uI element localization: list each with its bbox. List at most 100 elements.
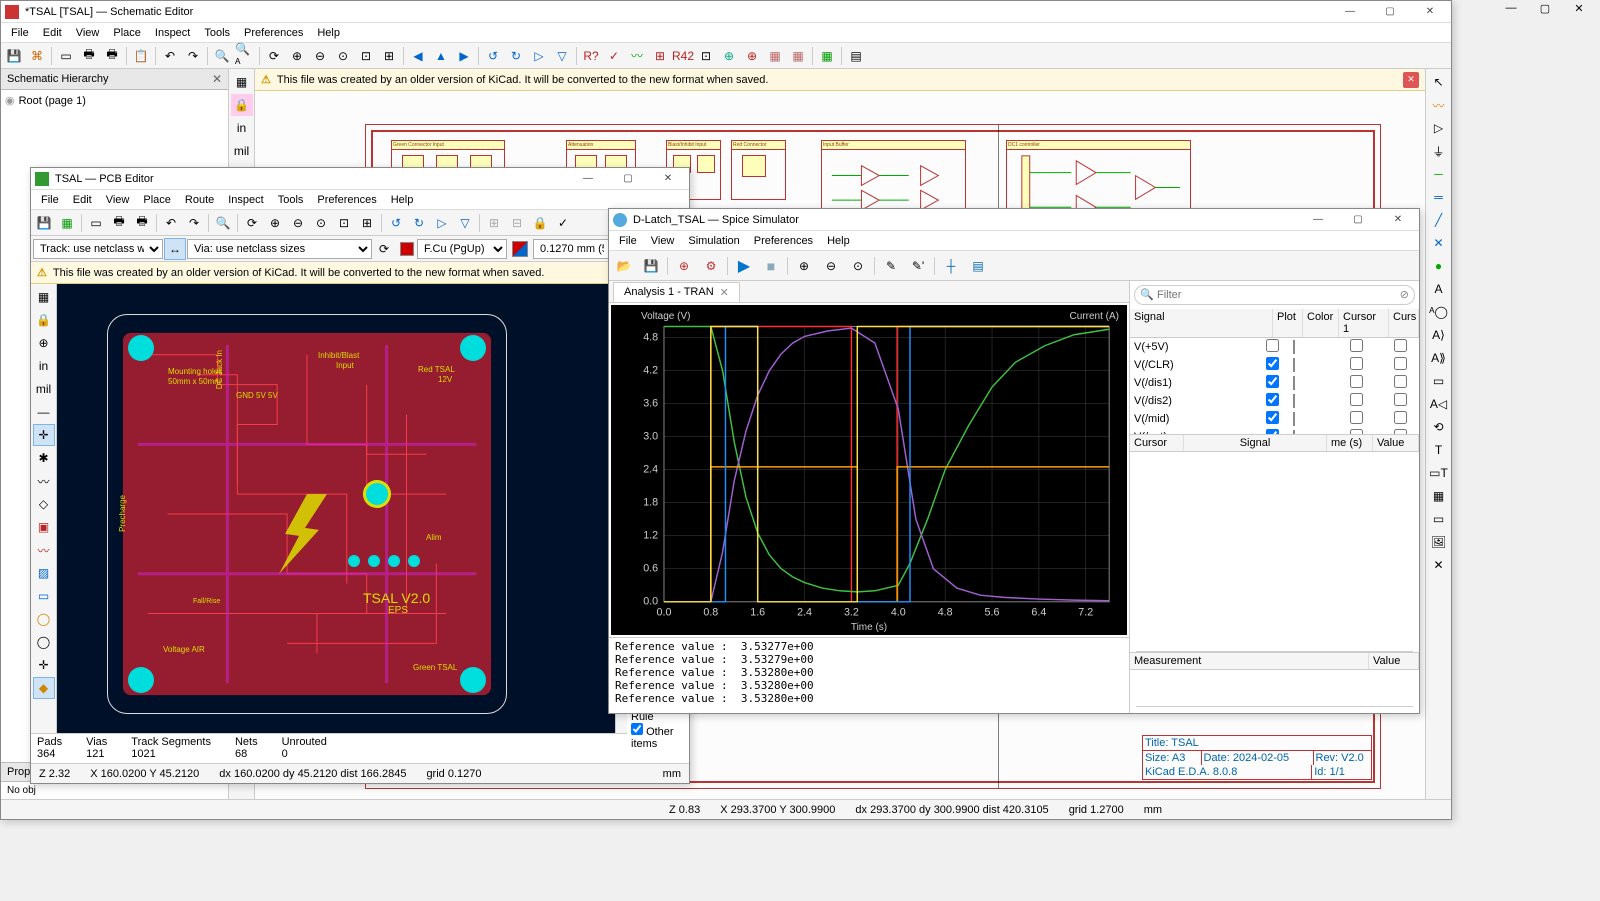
- track-outline-icon[interactable]: ✛: [33, 654, 55, 676]
- footprints-icon[interactable]: ⊡: [695, 45, 717, 67]
- refresh-icon[interactable]: ⟳: [241, 212, 263, 234]
- net-highlight-icon[interactable]: 〰: [33, 539, 55, 561]
- zoom-objects-icon[interactable]: ⊡: [333, 212, 355, 234]
- zoom-out-icon[interactable]: ⊖: [287, 212, 309, 234]
- undo-icon[interactable]: ↶: [159, 45, 181, 67]
- add-bus-icon[interactable]: ═: [1428, 186, 1450, 208]
- open-icon[interactable]: 📂: [611, 253, 637, 279]
- unit-mil-icon[interactable]: mil: [33, 378, 55, 400]
- select-tool-icon[interactable]: ↖: [1428, 71, 1450, 93]
- menu-file[interactable]: File: [5, 25, 35, 41]
- rotate-cw-icon[interactable]: ↻: [408, 212, 430, 234]
- sim-settings-icon[interactable]: ⚙: [698, 253, 724, 279]
- via-outline-icon[interactable]: ◯: [33, 631, 55, 653]
- zoom-in-icon[interactable]: ⊕: [791, 253, 817, 279]
- save-icon[interactable]: 💾: [33, 212, 55, 234]
- clear-filter-icon[interactable]: ⊘: [1400, 288, 1409, 301]
- minimize-button[interactable]: —: [1333, 1, 1367, 23]
- schematic-block[interactable]: Red Connector: [731, 140, 786, 200]
- rotate-ccw-icon[interactable]: ↺: [482, 45, 504, 67]
- maximize-button[interactable]: ▢: [1373, 1, 1407, 23]
- undo-icon[interactable]: ↶: [160, 212, 182, 234]
- symbol-editor-icon[interactable]: ⌘: [26, 45, 48, 67]
- grid-override-icon[interactable]: 🔒: [231, 94, 253, 116]
- menu-preferences[interactable]: Preferences: [748, 233, 819, 249]
- zoom-in-icon[interactable]: ⊕: [264, 212, 286, 234]
- bom-icon[interactable]: ⊕: [718, 45, 740, 67]
- pcb-editor-icon[interactable]: ▦: [816, 45, 838, 67]
- signal-row[interactable]: V(+5V): [1130, 338, 1419, 356]
- zoom-out-icon[interactable]: ⊖: [309, 45, 331, 67]
- sheet-icon[interactable]: ▭: [1428, 370, 1450, 392]
- host-maximize-button[interactable]: ▢: [1528, 2, 1562, 22]
- zoom-out-icon[interactable]: ⊖: [818, 253, 844, 279]
- stop-icon[interactable]: ■: [758, 253, 784, 279]
- run-icon[interactable]: ▶: [731, 253, 757, 279]
- unit-mil-icon[interactable]: mil: [231, 140, 253, 162]
- sim-titlebar[interactable]: D-Latch_TSAL — Spice Simulator — ▢ ✕: [609, 209, 1419, 231]
- close-button[interactable]: ✕: [1413, 1, 1447, 23]
- signal-row[interactable]: V(/dis2): [1130, 392, 1419, 410]
- rect-icon[interactable]: ▭: [1428, 508, 1450, 530]
- hierarchy-root-item[interactable]: ◉ Root (page 1): [5, 94, 224, 107]
- new-analysis-icon[interactable]: ⊕: [671, 253, 697, 279]
- via-size-select[interactable]: Via: use netclass sizes: [187, 239, 372, 259]
- host-close-button[interactable]: ✕: [1562, 2, 1596, 22]
- menu-edit[interactable]: Edit: [37, 25, 68, 41]
- grid-override-icon[interactable]: 🔒: [33, 309, 55, 331]
- signal-row[interactable]: V(/dis1): [1130, 374, 1419, 392]
- print-icon[interactable]: 🖶: [108, 212, 130, 234]
- ungroup-icon[interactable]: ⊟: [506, 212, 528, 234]
- menu-place[interactable]: Place: [107, 25, 147, 41]
- minimize-button[interactable]: —: [1301, 209, 1335, 231]
- zones-outline-icon[interactable]: ▭: [33, 585, 55, 607]
- legend-icon[interactable]: ▤: [965, 253, 991, 279]
- menu-view[interactable]: View: [70, 25, 106, 41]
- group-icon[interactable]: ⊞: [483, 212, 505, 234]
- outline-mode-icon[interactable]: ◇: [33, 493, 55, 515]
- add-symbol-icon[interactable]: ▷: [1428, 117, 1450, 139]
- menu-help[interactable]: Help: [311, 25, 346, 41]
- highlight-net-icon[interactable]: 〰: [1428, 94, 1450, 116]
- warning-close-icon[interactable]: ✕: [1403, 72, 1419, 88]
- table-icon[interactable]: ▦: [1428, 485, 1450, 507]
- nav-up-icon[interactable]: ▲: [430, 45, 452, 67]
- junction-icon[interactable]: ●: [1428, 255, 1450, 277]
- hier-label-icon[interactable]: A⟫: [1428, 347, 1450, 369]
- add-wire-icon[interactable]: ─: [1428, 163, 1450, 185]
- netclass-icon[interactable]: ᴬ◯: [1428, 301, 1450, 323]
- sync-pins-icon[interactable]: ⟲: [1428, 416, 1450, 438]
- layer-pair-swatch[interactable]: [512, 241, 528, 257]
- edit-fields-icon[interactable]: R42: [672, 45, 694, 67]
- find-replace-icon[interactable]: 🔍ᴬ: [234, 45, 256, 67]
- sheet-pin-icon[interactable]: A◁: [1428, 393, 1450, 415]
- close-button[interactable]: ✕: [1381, 209, 1415, 231]
- host-minimize-button[interactable]: —: [1494, 2, 1528, 22]
- tune-icon[interactable]: ✎': [905, 253, 931, 279]
- maximize-button[interactable]: ▢: [611, 168, 645, 190]
- grid-icon[interactable]: ▦: [33, 286, 55, 308]
- zoom-objects-icon[interactable]: ⊡: [355, 45, 377, 67]
- menu-place[interactable]: Place: [137, 192, 177, 208]
- close-button[interactable]: ✕: [651, 168, 685, 190]
- pcb-canvas[interactable]: Mounting holes 50mm x 50mm DC Jack In GN…: [57, 284, 615, 733]
- signal-row[interactable]: V(/CLR): [1130, 356, 1419, 374]
- netlist-icon[interactable]: ⊕: [741, 45, 763, 67]
- erc-icon[interactable]: ✓: [603, 45, 625, 67]
- ratsnest-curve-icon[interactable]: 〰: [33, 470, 55, 492]
- sim-plot-area[interactable]: Voltage (V) Current (A) Time (s) 0.00.81…: [611, 305, 1127, 635]
- probe-icon[interactable]: ✎: [878, 253, 904, 279]
- refresh-icon[interactable]: ⟳: [263, 45, 285, 67]
- page-settings-icon[interactable]: ▭: [55, 45, 77, 67]
- fp-editor-icon[interactable]: ▦: [56, 212, 78, 234]
- via-edit-icon[interactable]: ⟳: [373, 238, 395, 260]
- signal-filter-input[interactable]: [1134, 285, 1415, 305]
- pcb-titlebar[interactable]: TSAL — PCB Editor — ▢ ✕: [31, 168, 689, 190]
- lock-icon[interactable]: 🔒: [529, 212, 551, 234]
- tab-close-icon[interactable]: ✕: [720, 286, 729, 299]
- plot-icon[interactable]: 🖶: [101, 45, 123, 67]
- contrast-icon[interactable]: ▣: [33, 516, 55, 538]
- rotate-ccw-icon[interactable]: ↺: [385, 212, 407, 234]
- no-connect-icon[interactable]: ✕: [1428, 232, 1450, 254]
- redo-icon[interactable]: ↷: [183, 212, 205, 234]
